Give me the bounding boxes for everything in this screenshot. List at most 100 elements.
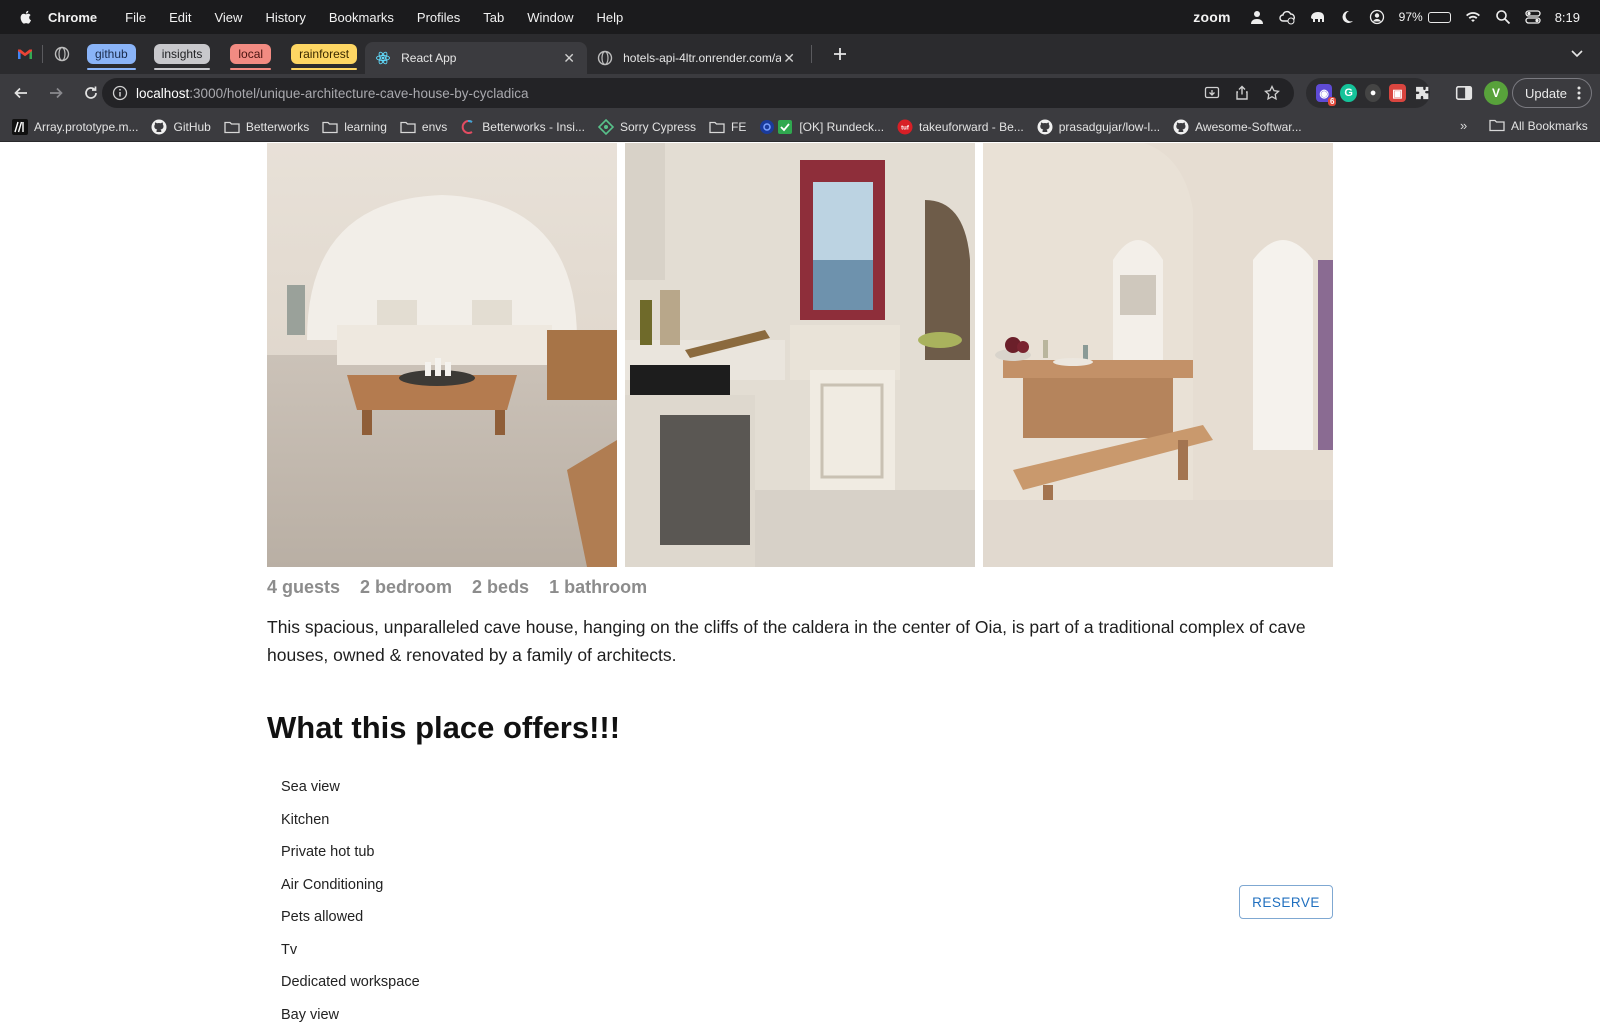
pinned-tab-gmail[interactable] <box>12 41 38 67</box>
bookmark-label: GitHub <box>173 119 211 134</box>
profile-avatar[interactable]: V <box>1484 81 1508 105</box>
bookmark-item[interactable]: tuf takeuforward - Be... <box>897 119 1024 135</box>
install-app-icon[interactable] <box>1204 85 1220 101</box>
cypress-icon <box>597 118 614 135</box>
dining-area-image <box>983 143 1333 567</box>
update-button[interactable]: Update <box>1512 78 1592 108</box>
bookmark-star-icon[interactable] <box>1264 85 1280 101</box>
rundeck-icon <box>759 119 793 135</box>
tab-group-github[interactable]: github <box>87 44 136 70</box>
new-tab-button[interactable] <box>826 40 854 68</box>
bedroom-count: 2 bedroom <box>360 577 453 597</box>
more-menu-icon[interactable] <box>1573 85 1585 101</box>
amenity-item: Sea view <box>281 779 340 795</box>
bookmarks-bar: Array.prototype.m... GitHub Betterworks lea… <box>0 112 1600 142</box>
menu-tab[interactable]: Tab <box>483 10 504 25</box>
bookmarks-overflow-chevron[interactable]: » <box>1460 118 1467 133</box>
control-center-icon[interactable] <box>1525 9 1541 25</box>
photo-kitchen[interactable] <box>625 143 975 567</box>
bookmark-label: FE <box>730 119 747 134</box>
kitchen-image <box>625 143 975 567</box>
spotlight-search-icon[interactable] <box>1495 9 1511 25</box>
offers-heading: What this place offers!!! <box>267 710 621 745</box>
bookmark-item[interactable]: Array.prototype.m... <box>12 118 138 135</box>
elephant-app-icon[interactable] <box>1309 9 1325 25</box>
photo-dining-area[interactable] <box>983 143 1333 567</box>
tab-group-local[interactable]: local <box>230 44 272 70</box>
all-bookmarks-button[interactable]: All Bookmarks <box>1489 118 1588 134</box>
tab-group-insights[interactable]: insights <box>153 44 211 70</box>
extension-red-icon[interactable]: ▣ <box>1389 84 1406 102</box>
amenities-list: Sea view Kitchen Private hot tub Air Con… <box>281 771 420 1031</box>
bookmark-item[interactable]: learning <box>322 119 387 135</box>
bookmark-item[interactable]: [OK] Rundeck... <box>759 119 884 135</box>
share-icon[interactable] <box>1234 85 1250 101</box>
apple-logo-icon[interactable] <box>18 9 34 25</box>
bookmark-item[interactable]: Betterworks - Insi... <box>460 119 585 135</box>
bookmark-label: Awesome-Softwar... <box>1195 119 1302 134</box>
menu-file[interactable]: File <box>125 10 146 25</box>
menu-history[interactable]: History <box>265 10 305 25</box>
photo-gallery <box>267 143 1333 567</box>
back-button[interactable] <box>6 78 36 108</box>
bookmark-item[interactable]: prasadgujar/low-l... <box>1037 119 1160 135</box>
bookmark-label: learning <box>344 119 387 134</box>
bookmark-item[interactable]: envs <box>400 119 447 135</box>
arrow-right-icon <box>50 87 63 99</box>
github-icon <box>1173 119 1189 135</box>
pinned-tab-globe[interactable] <box>49 41 75 67</box>
tab-close-icon[interactable]: ✕ <box>561 50 577 67</box>
menu-help[interactable]: Help <box>597 10 624 25</box>
moon-icon[interactable] <box>1339 9 1355 25</box>
mdn-icon <box>12 118 28 135</box>
reserve-button[interactable]: RESERVE <box>1239 885 1333 919</box>
address-bar[interactable]: localhost:3000/hotel/unique-architecture… <box>102 78 1294 108</box>
tab-hotels-api[interactable]: hotels-api-4ltr.onrender.com/a ✕ <box>587 42 807 74</box>
plus-icon <box>834 48 847 60</box>
tab-search-chevron-icon[interactable] <box>1570 46 1584 60</box>
tab-group-rainforest[interactable]: rainforest <box>291 44 358 70</box>
bathroom-count: 1 bathroom <box>549 577 648 597</box>
user-circle-icon[interactable] <box>1369 9 1385 25</box>
listing-stats: 4 guests 2 bedroom 2 beds 1 bathroom <box>267 577 647 598</box>
gmail-icon <box>18 49 32 59</box>
forward-button[interactable] <box>41 78 71 108</box>
clock[interactable]: 8:19 <box>1555 10 1580 25</box>
amenity-item: Pets allowed <box>281 909 364 925</box>
bookmark-item[interactable]: Sorry Cypress <box>597 118 696 135</box>
menu-bookmarks[interactable]: Bookmarks <box>329 10 394 25</box>
tab-close-icon[interactable]: ✕ <box>781 50 797 67</box>
extensions-puzzle-icon[interactable] <box>1414 84 1430 102</box>
extension-tracker-icon[interactable]: ◉ 6 <box>1316 84 1337 106</box>
all-bookmarks-label: All Bookmarks <box>1511 119 1588 133</box>
menu-app-name[interactable]: Chrome <box>48 10 97 25</box>
side-panel-icon[interactable] <box>1455 84 1473 102</box>
extension-dark-circle-icon[interactable]: ● <box>1364 84 1382 102</box>
tab-separator <box>811 45 813 63</box>
guests-count: 4 guests <box>267 577 341 597</box>
amenity-item: Private hot tub <box>281 844 375 860</box>
menu-view[interactable]: View <box>214 10 242 25</box>
menu-profiles[interactable]: Profiles <box>417 10 460 25</box>
bookmark-label: Sorry Cypress <box>619 119 696 134</box>
tab-react-app[interactable]: React App ✕ <box>365 42 588 74</box>
wifi-icon[interactable] <box>1465 9 1481 25</box>
folder-icon <box>709 119 725 135</box>
site-info-icon[interactable] <box>112 85 128 101</box>
photo-living-room[interactable] <box>267 143 617 567</box>
listing-description: This spacious, unparalleled cave house, … <box>267 617 1306 665</box>
cloud-clock-icon[interactable] <box>1279 9 1295 25</box>
extensions-area: ◉ 6 G ● ▣ <box>1306 78 1430 108</box>
bookmark-item[interactable]: GitHub <box>151 119 211 135</box>
bookmark-label: Betterworks - Insi... <box>482 119 585 134</box>
menu-edit[interactable]: Edit <box>169 10 191 25</box>
menu-window[interactable]: Window <box>527 10 573 25</box>
arrow-left-icon <box>14 87 27 99</box>
bookmark-item[interactable]: Awesome-Softwar... <box>1173 119 1302 135</box>
zoom-status-item[interactable]: zoom <box>1193 9 1230 25</box>
grammarly-icon[interactable]: G <box>1340 84 1357 102</box>
bookmark-item[interactable]: Betterworks <box>224 119 309 135</box>
battery-status[interactable]: 97% <box>1399 10 1451 24</box>
user-activity-icon[interactable] <box>1249 9 1265 25</box>
bookmark-item[interactable]: FE <box>709 119 746 135</box>
